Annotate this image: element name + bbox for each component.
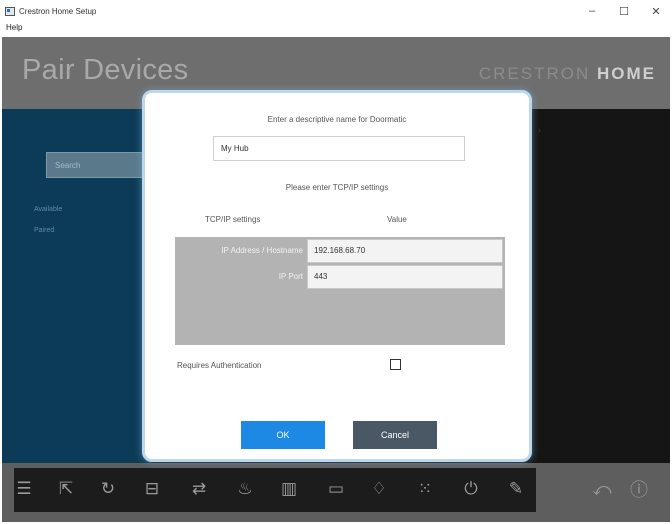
- settings-column-header: TCP/IP settings: [205, 215, 261, 224]
- power-link-icon[interactable]: ↻: [96, 477, 120, 501]
- brand-light: CRESTRON: [478, 64, 591, 83]
- brand-strong: HOME: [597, 64, 656, 83]
- panel-marker: ›: [538, 125, 541, 135]
- window-controls: – ☐ ✕: [576, 0, 672, 22]
- power-icon[interactable]: ⏻: [459, 477, 483, 501]
- swap-icon[interactable]: ⇄: [187, 477, 211, 501]
- left-link-paired[interactable]: Paired: [34, 227, 54, 234]
- info-icon[interactable]: ⓘ: [627, 477, 651, 501]
- minimize-button[interactable]: –: [576, 0, 608, 22]
- tools-icon[interactable]: ✎: [504, 477, 528, 501]
- ip-port-input[interactable]: 443: [307, 265, 503, 289]
- maximize-button[interactable]: ☐: [608, 0, 640, 22]
- room-icon[interactable]: ⊟: [140, 477, 164, 501]
- back-icon[interactable]: ⤺: [590, 477, 614, 501]
- tcp-settings-heading: Please enter TCP/IP settings: [285, 183, 389, 192]
- menu-bar: Help: [0, 22, 672, 36]
- left-link-available[interactable]: Available: [34, 206, 62, 213]
- ip-address-input[interactable]: 192.168.68.70: [307, 239, 503, 263]
- page-title: Pair Devices: [22, 54, 189, 86]
- ok-button[interactable]: OK: [241, 421, 325, 449]
- authentication-label: Requires Authentication: [177, 361, 262, 370]
- device-name-input[interactable]: My Hub: [213, 136, 465, 161]
- display-icon[interactable]: ▭: [324, 477, 348, 501]
- ip-address-label: IP Address / Hostname: [221, 246, 303, 255]
- device-setup-dialog: Enter a descriptive name for Doormatic M…: [142, 90, 532, 462]
- authentication-checkbox[interactable]: [390, 359, 401, 370]
- title-bar: Crestron Home Setup – ☐ ✕: [0, 0, 672, 22]
- scene-icon[interactable]: ⇱: [54, 477, 78, 501]
- search-placeholder: Search: [55, 161, 81, 170]
- menu-icon[interactable]: ☰: [12, 477, 36, 501]
- menu-help[interactable]: Help: [6, 23, 22, 32]
- shade-icon[interactable]: ▥: [277, 477, 301, 501]
- settings-grid: IP Address / Hostname 192.168.68.70 IP P…: [175, 237, 505, 345]
- keypad-icon[interactable]: ⁙: [413, 477, 437, 501]
- app-window: Crestron Home Setup – ☐ ✕ Help Pair Devi…: [0, 0, 672, 524]
- brand-logo: CRESTRON HOME: [479, 64, 656, 84]
- toolbar-strip: [14, 468, 536, 512]
- search-input[interactable]: Search: [46, 152, 146, 178]
- ip-port-label: IP Port: [278, 272, 303, 281]
- app-icon: [5, 6, 15, 16]
- close-button[interactable]: ✕: [640, 0, 672, 22]
- window-title: Crestron Home Setup: [19, 6, 97, 16]
- cancel-button[interactable]: Cancel: [353, 421, 437, 449]
- name-prompt-label: Enter a descriptive name for Doormatic: [267, 115, 407, 124]
- thermostat-icon[interactable]: ♢: [367, 477, 391, 501]
- light-bulb-icon[interactable]: ♨: [233, 477, 257, 501]
- value-column-header: Value: [387, 215, 407, 224]
